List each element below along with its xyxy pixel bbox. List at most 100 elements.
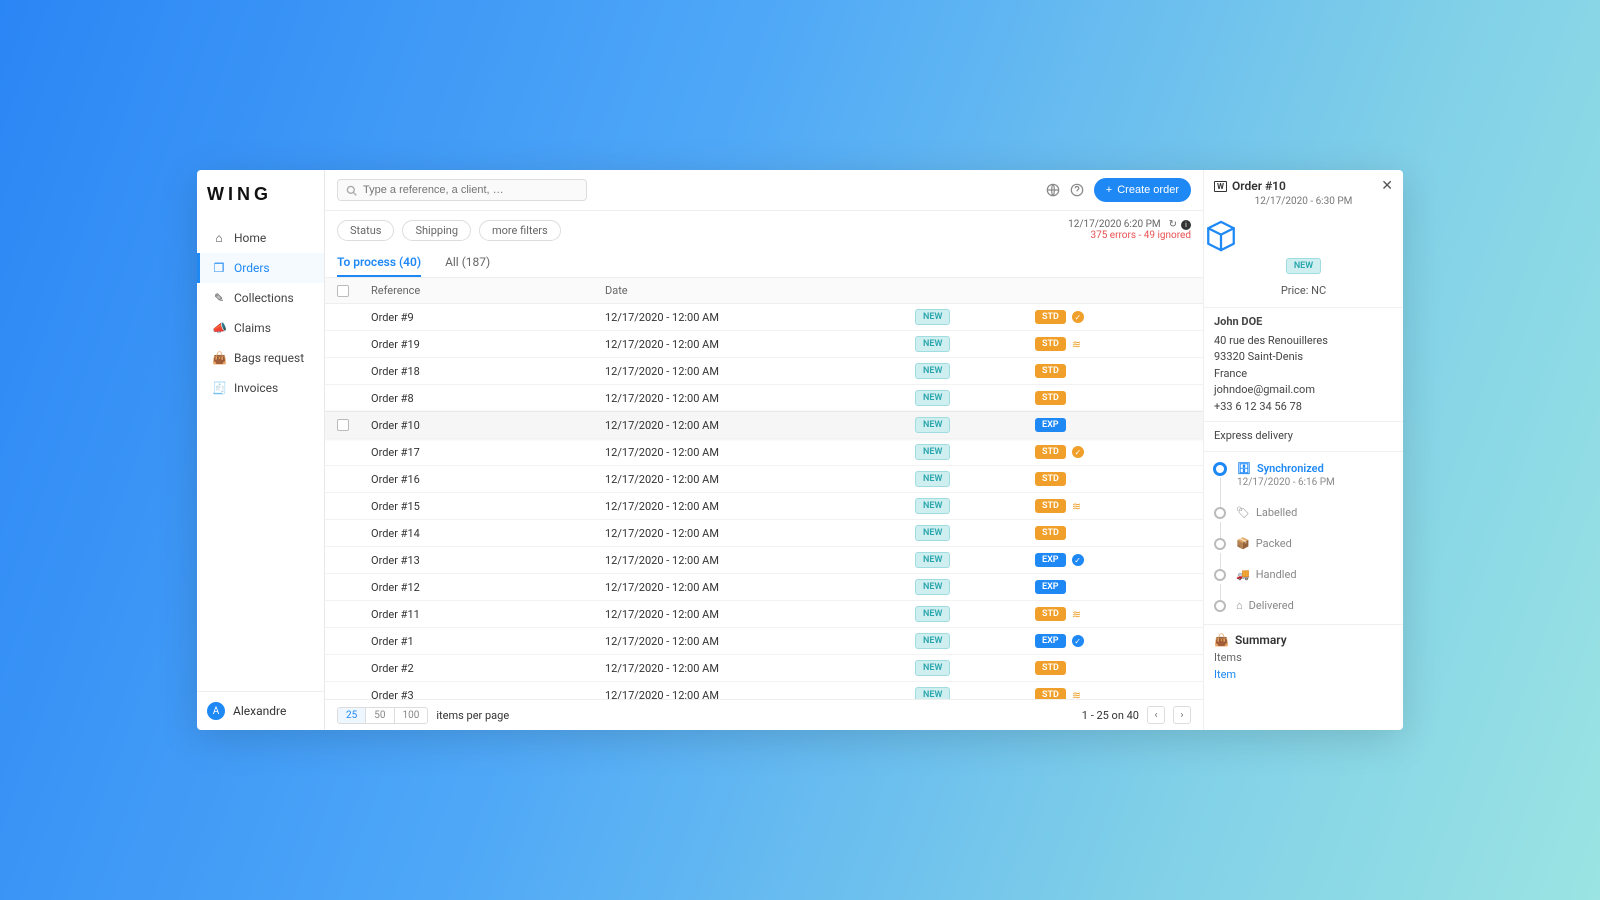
brand-mark-icon: W — [1214, 181, 1227, 192]
filter-more[interactable]: more filters — [479, 220, 561, 241]
verified-icon: ✓ — [1072, 635, 1084, 647]
col-reference[interactable]: Reference — [365, 284, 605, 297]
cell-reference: Order #3 — [365, 689, 605, 700]
last-sync-time: 12/17/2020 6:20 PM — [1068, 219, 1161, 230]
nav-bags[interactable]: 👜 Bags request — [197, 343, 324, 373]
table-row[interactable]: Order #1312/17/2020 - 12:00 AMNEWEXP✓ — [325, 547, 1203, 574]
verified-icon: ✓ — [1072, 311, 1084, 323]
nav-claims[interactable]: 📣 Claims — [197, 313, 324, 343]
table-row[interactable]: Order #312/17/2020 - 12:00 AMNEWSTD≋ — [325, 682, 1203, 699]
table-row[interactable]: Order #1812/17/2020 - 12:00 AMNEWSTD — [325, 358, 1203, 385]
search-icon — [346, 185, 357, 196]
shipping-badge: EXP — [1035, 634, 1066, 648]
cell-date: 12/17/2020 - 12:00 AM — [605, 527, 915, 540]
nav-home[interactable]: ⌂ Home — [197, 223, 324, 253]
shipping-badge: STD — [1035, 391, 1066, 405]
select-all-checkbox[interactable] — [337, 285, 349, 297]
row-checkbox[interactable] — [337, 419, 349, 431]
detail-panel: W Order #10 ✕ 12/17/2020 - 6:30 PM NEW P… — [1203, 170, 1403, 730]
bag-icon: 👜 — [212, 351, 226, 365]
page-size-50[interactable]: 50 — [366, 708, 394, 723]
table-row[interactable]: Order #1712/17/2020 - 12:00 AMNEWSTD✓ — [325, 439, 1203, 466]
items-per-page-label: items per page — [436, 709, 509, 722]
nav-invoices[interactable]: 🧾 Invoices — [197, 373, 324, 403]
cell-reference: Order #2 — [365, 662, 605, 675]
app-window: WING ⌂ Home ❒ Orders ✎ Collections 📣 Cla… — [197, 170, 1403, 730]
timeline-dot-icon — [1214, 569, 1226, 581]
button-label: Create order — [1117, 184, 1179, 196]
table-row[interactable]: Order #1912/17/2020 - 12:00 AMNEWSTD≋ — [325, 331, 1203, 358]
shipping-badge: STD — [1035, 310, 1066, 324]
cell-reference: Order #15 — [365, 500, 605, 513]
detail-icon-area: NEW — [1204, 215, 1403, 280]
shipping-badge: STD — [1035, 661, 1066, 675]
col-date[interactable]: Date — [605, 284, 915, 297]
tl-packed: 📦Packed — [1214, 537, 1397, 568]
page-size-25[interactable]: 25 — [338, 708, 366, 723]
shipping-badge: EXP — [1035, 553, 1066, 567]
table-row[interactable]: Order #112/17/2020 - 12:00 AMNEWEXP✓ — [325, 628, 1203, 655]
table-row[interactable]: Order #812/17/2020 - 12:00 AMNEWSTD — [325, 385, 1203, 412]
error-summary[interactable]: 375 errors - 49 ignored — [1068, 230, 1191, 241]
truck-icon: 🚚 — [1236, 568, 1250, 581]
create-order-button[interactable]: + Create order — [1094, 178, 1191, 202]
user-row[interactable]: A Alexandre — [197, 691, 324, 730]
avatar: A — [207, 702, 225, 720]
filter-shipping[interactable]: Shipping — [402, 220, 471, 241]
filter-status[interactable]: Status — [337, 220, 394, 241]
refresh-icon[interactable]: ↻ — [1169, 219, 1177, 230]
table-row[interactable]: Order #212/17/2020 - 12:00 AMNEWSTD — [325, 655, 1203, 682]
status-badge: NEW — [915, 444, 950, 460]
cell-reference: Order #17 — [365, 446, 605, 459]
search-input[interactable] — [363, 184, 578, 196]
prev-page[interactable]: ‹ — [1147, 706, 1165, 724]
cell-date: 12/17/2020 - 12:00 AM — [605, 500, 915, 513]
invoice-icon: 🧾 — [212, 381, 226, 395]
close-icon[interactable]: ✕ — [1381, 178, 1393, 194]
tabs: To process (40) All (187) — [325, 249, 1203, 278]
search-box[interactable] — [337, 179, 587, 201]
table-row[interactable]: Order #1212/17/2020 - 12:00 AMNEWEXP — [325, 574, 1203, 601]
cell-reference: Order #9 — [365, 311, 605, 324]
table-row[interactable]: Order #912/17/2020 - 12:00 AMNEW STD ✓ — [325, 304, 1203, 331]
cell-reference: Order #18 — [365, 365, 605, 378]
shipping-badge: STD — [1035, 526, 1066, 540]
globe-icon[interactable] — [1046, 183, 1060, 197]
summary-item-link[interactable]: Item — [1214, 668, 1393, 681]
page-size-100[interactable]: 100 — [395, 708, 428, 723]
nav-collections[interactable]: ✎ Collections — [197, 283, 324, 313]
cell-date: 12/17/2020 - 12:00 AM — [605, 392, 915, 405]
next-page[interactable]: › — [1173, 706, 1191, 724]
orders-icon: ❒ — [212, 261, 226, 275]
customer-email: johndoe@gmail.com — [1214, 382, 1393, 399]
help-icon[interactable] — [1070, 183, 1084, 197]
tl-synchronized: 🗄Synchronized 12/17/2020 - 6:16 PM — [1214, 462, 1397, 506]
collections-icon: ✎ — [212, 291, 226, 305]
info-dot-icon[interactable]: i — [1181, 220, 1191, 230]
detail-price: Price: NC — [1204, 280, 1403, 307]
status-badge: NEW — [915, 579, 950, 595]
table-row[interactable]: Order #1012/17/2020 - 12:00 AMNEWEXP — [325, 412, 1203, 439]
bag-icon: 👜 — [1214, 633, 1229, 647]
table-row[interactable]: Order #1412/17/2020 - 12:00 AMNEWSTD — [325, 520, 1203, 547]
shipping-badge: STD — [1035, 499, 1066, 513]
table-header: Reference Date — [325, 278, 1203, 304]
status-badge: NEW — [915, 309, 950, 325]
cell-reference: Order #14 — [365, 527, 605, 540]
brand-logo: WING — [197, 170, 324, 219]
cell-reference: Order #1 — [365, 635, 605, 648]
cell-reference: Order #19 — [365, 338, 605, 351]
table-row[interactable]: Order #1612/17/2020 - 12:00 AMNEWSTD — [325, 466, 1203, 493]
shipping-badge: STD — [1035, 364, 1066, 378]
cell-date: 12/17/2020 - 12:00 AM — [605, 311, 915, 324]
tl-handled: 🚚Handled — [1214, 568, 1397, 599]
shipping-badge: STD — [1035, 688, 1066, 699]
cell-reference: Order #12 — [365, 581, 605, 594]
table-row[interactable]: Order #1112/17/2020 - 12:00 AMNEWSTD≋ — [325, 601, 1203, 628]
home-icon: ⌂ — [212, 231, 226, 245]
nav-orders[interactable]: ❒ Orders — [197, 253, 324, 283]
timeline-dot-icon — [1214, 538, 1226, 550]
tab-all[interactable]: All (187) — [445, 249, 490, 277]
tab-to-process[interactable]: To process (40) — [337, 249, 421, 277]
table-row[interactable]: Order #1512/17/2020 - 12:00 AMNEWSTD≋ — [325, 493, 1203, 520]
